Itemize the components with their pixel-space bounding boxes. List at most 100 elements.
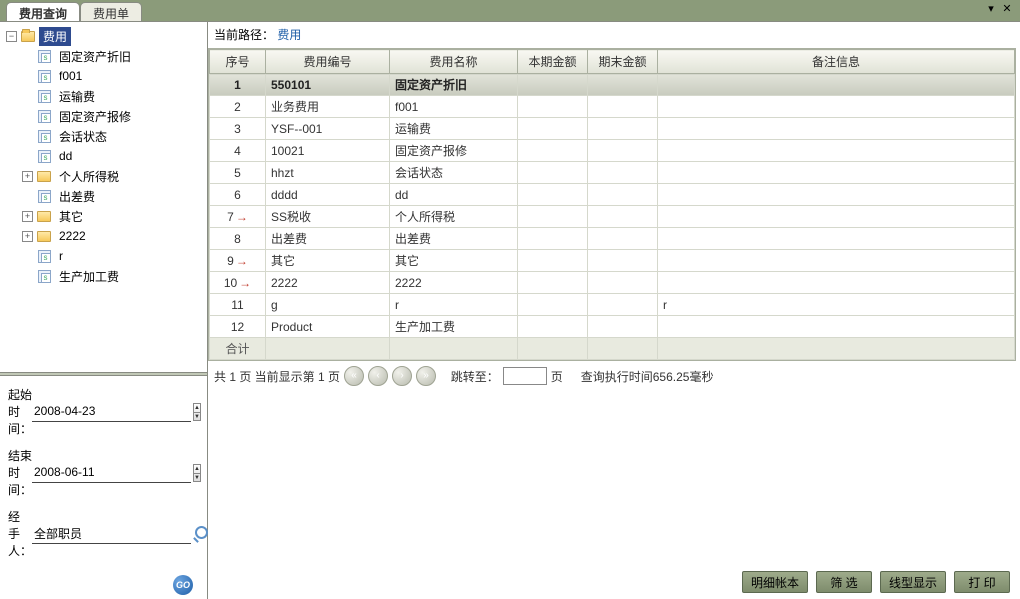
cell-remark [658,96,1015,118]
pager-jump-input[interactable] [503,367,547,385]
tree-item[interactable]: 固定资产折旧 [18,46,205,66]
cell-current [518,140,588,162]
cell-ending [588,118,658,140]
pager-timing: 查询执行时间656.25毫秒 [581,368,714,385]
cell-name: 其它 [390,250,518,272]
folder-icon [20,29,36,43]
table-row[interactable]: 5hhzt会话状态 [210,162,1015,184]
table-row[interactable]: 12Product生产加工费 [210,316,1015,338]
minimize-icon[interactable]: ▾ [984,2,998,16]
tree-item[interactable]: +其它 [18,206,205,226]
start-date-input[interactable] [32,402,191,422]
cell-index: 6 [210,184,266,206]
tree-item[interactable]: r [18,246,205,266]
cell-current [518,294,588,316]
button-bar: 明细帐本 筛 选 线型显示 打 印 [742,571,1010,593]
cell-code: 550101 [266,74,390,96]
expand-icon[interactable]: + [22,211,33,222]
end-date-spinner[interactable]: ▲▼ [193,464,201,482]
tab-bar: 费用查询 费用单 ▾ ✕ [0,0,1020,21]
spacer [22,251,33,262]
expand-icon[interactable]: + [22,231,33,242]
table-row[interactable]: 410021固定资产报修 [210,140,1015,162]
collapse-icon[interactable]: − [6,31,17,42]
file-icon [36,149,52,163]
close-icon[interactable]: ✕ [1000,2,1014,16]
search-icon[interactable] [195,526,199,542]
table-row[interactable]: 11grr [210,294,1015,316]
tree-item-label: 会话状态 [55,127,111,146]
tree-item[interactable]: 生产加工费 [18,266,205,286]
breadcrumb-link[interactable]: 费用 [277,28,301,42]
file-icon [36,109,52,123]
pager-last-icon[interactable]: » [416,366,436,386]
col-remark[interactable]: 备注信息 [658,50,1015,74]
go-button[interactable]: GO [173,575,193,595]
cell-ending [588,316,658,338]
table-row[interactable]: 7→SS税收个人所得税 [210,206,1015,228]
print-button[interactable]: 打 印 [954,571,1010,593]
cell-index: 3 [210,118,266,140]
end-date-input[interactable] [32,463,191,483]
tree-item[interactable]: 运输费 [18,86,205,106]
tree-item[interactable]: +2222 [18,226,205,246]
cell-current [518,206,588,228]
cell-index: 5 [210,162,266,184]
tree-item[interactable]: 出差费 [18,186,205,206]
pager-first-icon[interactable]: « [344,366,364,386]
tree-item[interactable]: 会话状态 [18,126,205,146]
tree-item-label: 固定资产报修 [55,107,135,126]
cell-name: 会话状态 [390,162,518,184]
tree-item[interactable]: 固定资产报修 [18,106,205,126]
tree-item-label: 出差费 [55,187,99,206]
col-code[interactable]: 费用编号 [266,50,390,74]
linestyle-button[interactable]: 线型显示 [880,571,946,593]
detail-button[interactable]: 明细帐本 [742,571,808,593]
col-ending[interactable]: 期末金额 [588,50,658,74]
pager-prev-icon[interactable]: ‹ [368,366,388,386]
cell-current [518,228,588,250]
table-row[interactable]: 9→其它其它 [210,250,1015,272]
cell-name: 运输费 [390,118,518,140]
cell-code: 10021 [266,140,390,162]
filter-button[interactable]: 筛 选 [816,571,872,593]
cell-index: 7→ [210,206,266,228]
spacer [22,191,33,202]
cell-current [518,162,588,184]
table-row[interactable]: 1550101固定资产折旧 [210,74,1015,96]
cell-index: 8 [210,228,266,250]
tree-root[interactable]: − 费用 [2,26,205,46]
table-row[interactable]: 2业务费用f001 [210,96,1015,118]
cell-index: 9→ [210,250,266,272]
tab-expense-sheet[interactable]: 费用单 [80,2,142,21]
tab-expense-query[interactable]: 费用查询 [6,2,80,21]
table-row[interactable]: 3YSF--001运输费 [210,118,1015,140]
cell-index: 10→ [210,272,266,294]
tree-item[interactable]: dd [18,146,205,166]
cell-current [518,118,588,140]
col-name[interactable]: 费用名称 [390,50,518,74]
cell-code: hhzt [266,162,390,184]
tree-item-label: 生产加工费 [55,267,123,286]
tree-item[interactable]: f001 [18,66,205,86]
table-row[interactable]: 8出差费出差费 [210,228,1015,250]
col-index[interactable]: 序号 [210,50,266,74]
start-date-label: 起始时间： [8,386,32,437]
table-row[interactable]: 10→22222222 [210,272,1015,294]
handler-input[interactable] [32,524,191,544]
pager-page-suffix: 页 [551,368,563,385]
tree-item[interactable]: +个人所得税 [18,166,205,186]
col-current[interactable]: 本期金额 [518,50,588,74]
pager-next-icon[interactable]: › [392,366,412,386]
expand-icon[interactable]: + [22,171,33,182]
cell-current [518,250,588,272]
start-date-spinner[interactable]: ▲▼ [193,403,201,421]
table-row[interactable]: 6dddddd [210,184,1015,206]
cell-remark [658,140,1015,162]
cell-name: r [390,294,518,316]
tree-item-label: r [55,248,67,264]
file-icon [36,189,52,203]
spacer [22,271,33,282]
filter-panel: 起始时间： ▲▼ 结束时间： ▲▼ 经 手 人： GO [0,376,207,599]
pager: 共 1 页 当前显示第 1 页 « ‹ › » 跳转至： 页 查询执行时间656… [208,361,1016,391]
